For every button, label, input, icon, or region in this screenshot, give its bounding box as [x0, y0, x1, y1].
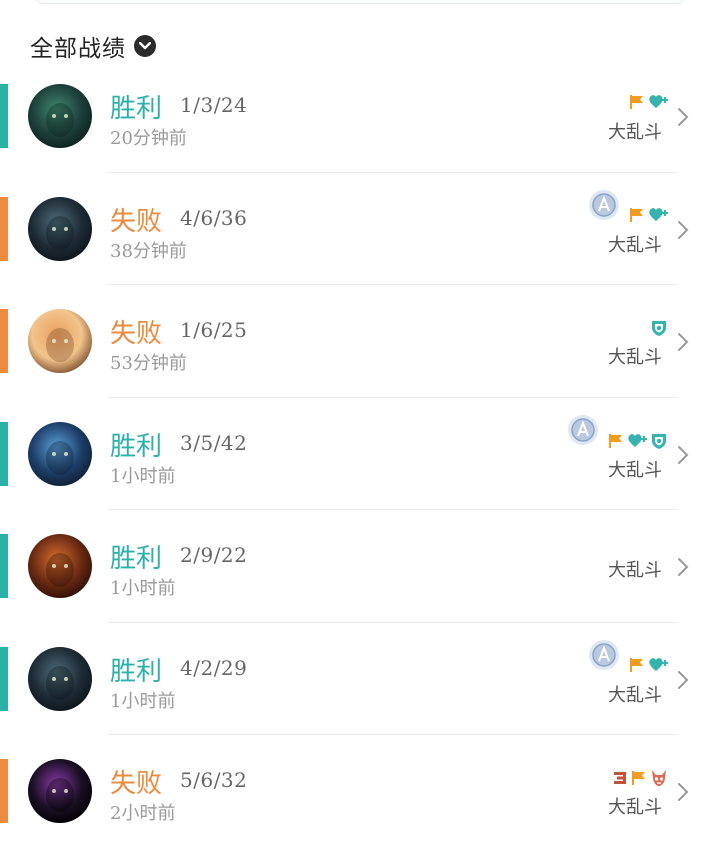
match-mode: 大乱斗	[608, 347, 662, 368]
chevron-right-icon[interactable]	[676, 219, 690, 241]
champion-avatar	[28, 196, 92, 261]
match-row[interactable]: 胜利 4/2/29 1小时前 大乱斗	[0, 623, 720, 735]
match-kda: 5/6/32	[180, 768, 248, 792]
champion-avatar	[28, 759, 92, 823]
chevron-down-icon	[134, 35, 156, 57]
result-indicator-bar	[0, 84, 8, 148]
match-mode: 大乱斗	[608, 234, 662, 256]
medal-a-icon	[567, 414, 599, 446]
match-kda: 3/5/42	[180, 430, 248, 455]
match-time: 20分钟前	[110, 128, 187, 149]
champion-avatar	[28, 84, 92, 148]
shield-icon	[650, 319, 668, 337]
match-result: 胜利	[110, 656, 163, 687]
match-tags	[629, 207, 668, 223]
match-row[interactable]: 失败 5/6/32 2小时前 大乱斗	[0, 735, 720, 841]
match-tags	[629, 657, 668, 673]
match-mode: 大乱斗	[608, 459, 662, 481]
match-time: 1小时前	[110, 578, 176, 599]
match-time: 1小时前	[110, 690, 176, 712]
match-result: 胜利	[110, 431, 163, 462]
match-row[interactable]: 胜利 1/3/24 20分钟前 大乱斗	[0, 60, 720, 173]
triple-kill-icon	[612, 770, 628, 786]
match-result: 失败	[110, 769, 163, 799]
match-result: 胜利	[110, 94, 163, 124]
match-row[interactable]: 胜利 2/9/22 1小时前 大乱斗	[0, 510, 720, 623]
medal-a-icon	[588, 189, 620, 221]
champion-avatar	[28, 646, 92, 711]
match-tags	[629, 94, 668, 110]
filter-label: 全部战绩	[30, 36, 126, 62]
chevron-right-icon[interactable]	[676, 669, 690, 691]
match-row[interactable]: 失败 4/6/36 38分钟前 大乱斗	[0, 173, 720, 285]
heart-plus-icon	[627, 433, 647, 449]
match-mode: 大乱斗	[608, 560, 662, 581]
match-tags	[608, 432, 668, 450]
chevron-right-icon[interactable]	[676, 781, 690, 803]
chevron-right-icon[interactable]	[676, 331, 690, 353]
result-indicator-bar	[0, 421, 8, 486]
match-mode: 大乱斗	[608, 122, 662, 143]
match-result: 失败	[110, 319, 163, 349]
match-kda: 4/6/36	[180, 205, 248, 230]
previous-card-edge	[34, 0, 686, 4]
flag-icon	[629, 207, 645, 223]
chevron-right-icon[interactable]	[676, 444, 690, 466]
result-indicator-bar	[0, 196, 8, 261]
match-result: 失败	[110, 206, 163, 237]
match-row[interactable]: 胜利 3/5/42 1小时前 大乱斗	[0, 398, 720, 510]
shield-icon	[650, 432, 668, 450]
match-tags	[650, 319, 668, 337]
heart-plus-icon	[648, 94, 668, 110]
flag-icon	[608, 433, 624, 449]
match-tags	[612, 769, 668, 787]
match-kda: 1/6/25	[180, 318, 248, 342]
champion-avatar	[28, 309, 92, 373]
match-row[interactable]: 失败 1/6/25 53分钟前 大乱斗	[0, 285, 720, 398]
result-indicator-bar	[0, 309, 8, 373]
match-kda: 1/3/24	[180, 93, 248, 117]
match-kda: 4/2/29	[180, 655, 248, 680]
match-mode: 大乱斗	[608, 684, 662, 706]
medal-a-icon	[588, 639, 620, 671]
match-time: 1小时前	[110, 465, 176, 487]
chevron-right-icon[interactable]	[676, 106, 690, 128]
match-result: 胜利	[110, 544, 163, 574]
heart-plus-icon	[648, 657, 668, 673]
heart-plus-icon	[648, 207, 668, 223]
champion-avatar	[28, 534, 92, 598]
match-time: 2小时前	[110, 803, 176, 824]
chevron-right-icon[interactable]	[676, 556, 690, 578]
demon-icon	[650, 769, 668, 787]
match-filter[interactable]: 全部战绩	[30, 29, 156, 63]
champion-avatar	[28, 421, 92, 486]
flag-icon	[631, 770, 647, 786]
result-indicator-bar	[0, 646, 8, 711]
match-time: 38分钟前	[110, 240, 187, 262]
result-indicator-bar	[0, 534, 8, 598]
flag-icon	[629, 94, 645, 110]
match-kda: 2/9/22	[180, 543, 248, 567]
match-time: 53分钟前	[110, 353, 187, 374]
match-list: 胜利 1/3/24 20分钟前 大乱斗 失败 4/6/36 38分钟前 大乱斗 失败 1/6/25…	[0, 60, 720, 841]
result-indicator-bar	[0, 759, 8, 823]
flag-icon	[629, 657, 645, 673]
match-mode: 大乱斗	[608, 797, 662, 818]
